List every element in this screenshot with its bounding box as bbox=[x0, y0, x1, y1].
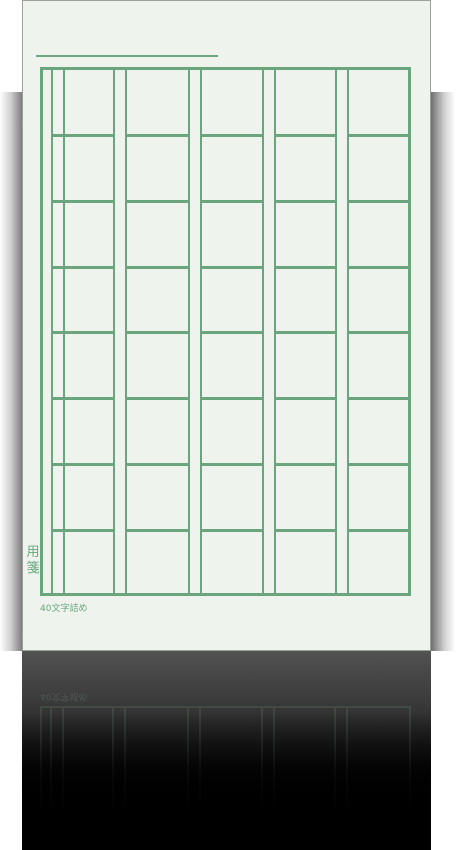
left-drop-shadow bbox=[0, 92, 24, 651]
grid-row-line bbox=[202, 397, 264, 400]
grid-row-line bbox=[276, 463, 337, 466]
grid-row-line bbox=[127, 397, 190, 400]
grid-row-line bbox=[53, 331, 115, 334]
grid-row-line bbox=[349, 134, 408, 137]
grid-row-line bbox=[276, 134, 337, 137]
grid-row-line bbox=[53, 463, 115, 466]
grid-row-line bbox=[202, 200, 264, 203]
grid-row-line bbox=[202, 331, 264, 334]
grid-gap-column bbox=[113, 70, 127, 593]
reflected-character-count-note: 40文字詰め bbox=[40, 691, 88, 701]
manuscript-grid bbox=[40, 67, 411, 596]
page-preview: 用箋 40文字詰め 40文字詰め bbox=[0, 0, 456, 850]
grid-row-line bbox=[53, 397, 115, 400]
character-count-note: 40文字詰め bbox=[40, 604, 88, 614]
sheet-reflection: 40文字詰め bbox=[22, 651, 431, 850]
grid-row-line bbox=[127, 200, 190, 203]
grid-gap-column bbox=[262, 70, 276, 593]
grid-gap-column bbox=[188, 70, 202, 593]
grid-row-line bbox=[349, 331, 408, 334]
grid-row-line bbox=[349, 529, 408, 532]
grid-row-line bbox=[349, 266, 408, 269]
grid-row-line bbox=[276, 266, 337, 269]
grid-row-line bbox=[53, 134, 115, 137]
grid-row-line bbox=[202, 529, 264, 532]
grid-row-line bbox=[127, 463, 190, 466]
name-underline bbox=[36, 55, 218, 57]
grid-gap-column bbox=[335, 70, 349, 593]
right-drop-shadow bbox=[431, 92, 455, 651]
grid-row-line bbox=[276, 331, 337, 334]
grid-row-line bbox=[276, 200, 337, 203]
grid-row-line bbox=[202, 463, 264, 466]
grid-row-line bbox=[127, 529, 190, 532]
grid-row-line bbox=[349, 397, 408, 400]
grid-row-line bbox=[127, 134, 190, 137]
sheet-side-label: 用箋 bbox=[26, 545, 40, 576]
grid-row-line bbox=[349, 200, 408, 203]
grid-row-line bbox=[53, 529, 115, 532]
grid-row-line bbox=[276, 529, 337, 532]
reflection-fade bbox=[22, 711, 431, 850]
grid-row-line bbox=[127, 266, 190, 269]
grid-row-line bbox=[349, 463, 408, 466]
grid-row-line bbox=[53, 200, 115, 203]
manuscript-sheet: 用箋 40文字詰め bbox=[22, 0, 431, 651]
grid-row-line bbox=[53, 266, 115, 269]
grid-row-line bbox=[202, 266, 264, 269]
grid-row-line bbox=[202, 134, 264, 137]
grid-row-line bbox=[127, 331, 190, 334]
grid-row-line bbox=[276, 397, 337, 400]
